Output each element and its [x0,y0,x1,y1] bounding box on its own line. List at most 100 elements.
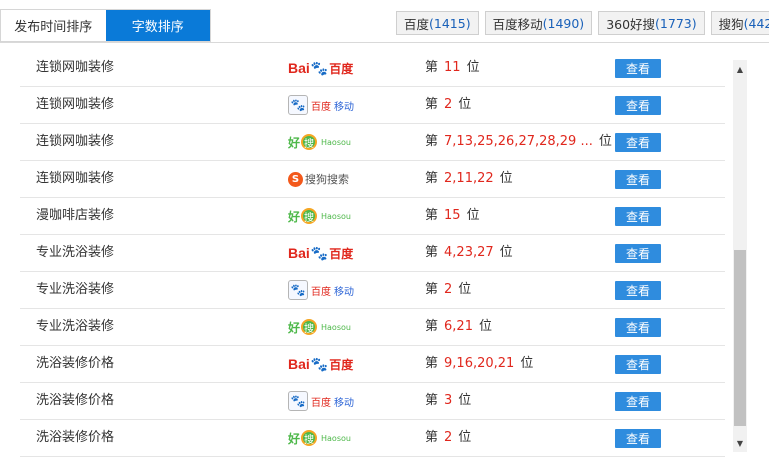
engine-tab-count: (1490) [542,15,585,31]
engine-filter-tabs: 百度(1415) 百度移动(1490) 360好搜(1773) 搜狗(442) [396,11,769,35]
rank-positions: 7,13,25,26,27,28,29 ... [444,134,593,149]
keyword: 洗浴装修价格 [36,393,115,408]
haosou-logo: 好搜 Haosou [288,319,351,336]
baidu-logo: Bai 🐾 百度 [288,60,353,77]
haosou-en-text: Haosou [321,433,351,443]
rank-prefix: 第 [425,97,439,112]
haosou-logo: 好搜 Haosou [288,430,351,447]
baidu-paw-icon: 🐾 [288,280,308,300]
view-button[interactable]: 查看 [615,133,661,152]
baidu-mobile-logo: 🐾 百度 移动 [288,391,354,411]
rank-text: 第3位 [425,383,471,419]
search-engine-logo: Bai 🐾 百度 [288,354,353,374]
rank-text: 第 4,23,27 位 [425,235,513,271]
baidu-logo-text: Bai [288,60,310,76]
baidu-logo: Bai 🐾 百度 [288,245,353,262]
engine-tab-count: (1773) [655,15,697,31]
view-button[interactable]: 查看 [615,207,661,226]
haosou-sou-icon: 搜 [301,134,318,150]
engine-tab-baidu-mobile[interactable]: 百度移动 (1490) [484,11,593,35]
keyword: 连锁网咖装修 [36,60,115,75]
haosou-sou-icon: 搜 [301,208,318,224]
rank-prefix: 第 [425,319,439,334]
rank-prefix: 第 [425,356,439,371]
search-engine-logo: 好搜 Haosou [288,317,351,337]
baidu-logo-text: Bai [288,356,310,372]
scroll-up-arrow-icon[interactable]: ▲ [733,62,747,76]
rank-text: 第 9,16,20,21 位 [425,346,533,382]
view-button[interactable]: 查看 [615,429,661,448]
search-engine-logo: Bai 🐾 百度 [288,58,353,78]
ranking-row: 漫咖啡店装修 好搜 Haosou 第 15 位 查看 [20,198,725,235]
baidu-logo-cn: 百度 [329,246,354,261]
search-engine-logo: Bai 🐾 百度 [288,243,353,263]
view-button[interactable]: 查看 [615,59,661,78]
baidu-logo: Bai 🐾 百度 [288,356,353,373]
keyword: 洗浴装修价格 [36,356,115,371]
view-button[interactable]: 查看 [615,281,661,300]
scrollbar[interactable]: ▲ ▼ [733,60,747,452]
tab-publish-time-sort[interactable]: 发布时间排序 [1,10,106,41]
keyword: 专业洗浴装修 [36,245,115,260]
rank-suffix: 位 [458,393,472,408]
keyword: 专业洗浴装修 [36,319,115,334]
view-button[interactable]: 查看 [615,392,661,411]
haosou-hao-text: 好 [288,431,301,446]
engine-tab-label: 搜狗 [718,16,744,32]
engine-tab-sogou[interactable]: 搜狗(442) [710,11,769,35]
ranking-row: 专业洗浴装修 Bai 🐾 百度 第 4,23,27 位 查看 [20,235,725,272]
ranking-row: 专业洗浴装修 好搜 Haosou 第 6,21 位 查看 [20,309,725,346]
search-engine-logo: 好搜 Haosou [288,206,351,226]
ranking-row: 洗浴装修价格 好搜 Haosou 第 2 位 查看 [20,420,725,457]
ranking-row: 连锁网咖装修 🐾 百度 移动 第 2 位 查看 [20,87,725,124]
rank-positions: 6,21 [444,319,473,334]
baidu-logo-cn: 百度 [329,357,354,372]
ranking-row: 洗浴装修价格 🐾 百度 移动 第 3 位 查看 [20,383,725,420]
engine-tab-baidu[interactable]: 百度 (1415) [396,11,479,35]
engine-tab-label: 百度移动 [492,16,543,32]
rank-prefix: 第 [425,171,439,186]
baidu-mobile-text: 百度 [311,286,331,298]
rank-suffix: 位 [466,208,480,223]
view-button[interactable]: 查看 [615,244,661,263]
rank-positions: 4,23,27 [444,245,494,260]
view-button[interactable]: 查看 [615,170,661,189]
baidu-mobile-text: 移动 [334,101,354,113]
rank-text: 第 15 位 [425,198,480,234]
rank-positions: 3 [444,393,453,408]
haosou-en-text: Haosou [321,137,351,147]
view-button[interactable]: 查看 [615,355,661,374]
baidu-paw-icon: 🐾 [288,95,308,115]
engine-tab-label: 百度 [404,16,430,32]
rank-positions: 2 [444,97,453,112]
rank-suffix: 位 [458,282,472,297]
haosou-logo: 好搜 Haosou [288,208,351,225]
ranking-row: 连锁网咖装修 好搜 Haosou 第 7,13,25,26,27,28,29 ...… [20,124,725,161]
baidu-paw-icon: 🐾 [288,391,308,411]
view-button[interactable]: 查看 [615,318,661,337]
rank-positions: 2 [444,282,453,297]
view-button[interactable]: 查看 [615,96,661,115]
rank-suffix: 位 [458,97,472,112]
scroll-down-arrow-icon[interactable]: ▼ [733,436,747,450]
rank-prefix: 第 [425,208,439,223]
rank-text: 第2位 [425,272,471,308]
engine-tab-360-haosou[interactable]: 360好搜 (1773) [598,11,705,35]
ranking-list: 连锁网咖装修 Bai 🐾 百度 第 11 位查看 连锁网咖装修 🐾 百度 移动 第 2 位查看 连锁… [20,52,725,461]
search-engine-logo: 🐾 百度 移动 [288,391,354,411]
keyword: 漫咖啡店装修 [36,208,115,223]
search-engine-logo: 好搜 Haosou [288,428,351,448]
baidu-logo-cn: 百度 [329,61,354,76]
tab-word-count-sort[interactable]: 字数排序 [105,10,210,41]
baidu-mobile-logo: 🐾 百度 移动 [288,280,354,300]
haosou-en-text: Haosou [321,211,351,221]
rank-suffix: 位 [520,356,534,371]
search-engine-logo: 🐾 百度 移动 [288,95,354,115]
rank-prefix: 第 [425,245,439,260]
rank-prefix: 第 [425,60,439,75]
scrollbar-thumb[interactable] [734,250,746,426]
baidu-mobile-text: 移动 [334,397,354,409]
ranking-row: 专业洗浴装修 🐾 百度 移动 第 2 位 查看 [20,272,725,309]
haosou-en-text: Haosou [321,322,351,332]
baidu-mobile-text: 百度 [311,397,331,409]
